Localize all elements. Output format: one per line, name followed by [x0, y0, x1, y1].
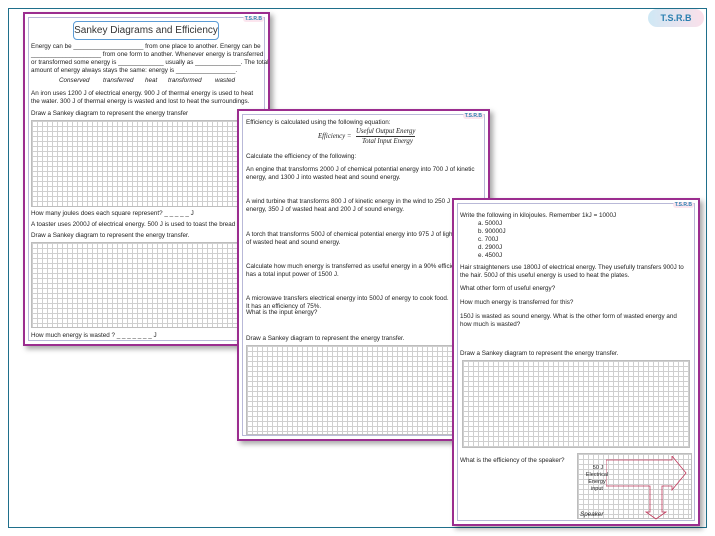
page-logo: T.S.R.B [242, 16, 264, 22]
intro-line: Energy can be ____________________ from … [31, 43, 261, 50]
calc-heading: Calculate the efficiency of the followin… [246, 153, 357, 160]
useful-energy-question: has a total input power of 1500 J. [246, 271, 339, 278]
efficiency-intro: Efficiency is calculated using the follo… [246, 119, 391, 126]
wasted-sound-question: 150J is wasted as sound energy. What is … [460, 313, 677, 320]
tsrb-logo: T.S.R.B [648, 9, 704, 27]
useful-energy-question: Calculate how much energy is transferred… [246, 263, 465, 270]
intro-line: or transformed some energy is __________… [31, 59, 269, 66]
hair-question: Hair straighteners use 1800J of electric… [460, 264, 684, 271]
sankey-grid-2[interactable] [31, 242, 264, 328]
formula-denominator: Total Input Energy [362, 138, 413, 145]
toaster-question: A toaster uses 2000J of electrical energ… [31, 221, 236, 228]
draw-instruction: Draw a Sankey diagram to represent the e… [31, 110, 189, 117]
speaker-question: What is the efficiency of the speaker? [460, 457, 565, 464]
sankey-grid-4[interactable] [462, 360, 690, 448]
draw-instruction: Draw a Sankey diagram to represent the e… [31, 232, 190, 239]
word-bank-item: transferred [103, 77, 134, 84]
intro-line: amount of energy always stays the same: … [31, 67, 238, 74]
wasted-sound-question: how much is wasted? [460, 321, 521, 328]
input-label: Energy [588, 479, 606, 485]
word-bank-item: Conserved [59, 77, 90, 84]
speaker-sankey-arrow [606, 456, 687, 520]
microwave-question: What is the input energy? [246, 309, 318, 316]
turbine-question: energy, 350 J of wasted heat and 200 J o… [246, 206, 404, 213]
formula-lhs: Efficiency = [318, 133, 352, 140]
word-bank-item: transformed [168, 77, 202, 84]
turbine-question: A wind turbine that transforms 800 J of … [246, 198, 458, 205]
formula-numerator: Useful Output Energy [356, 128, 416, 137]
wasted-question: How much energy is wasted ? _ _ _ _ _ _ … [31, 332, 157, 339]
other-form-question: What other form of useful energy? [460, 285, 556, 292]
iron-question: An iron uses 1200 J of electrical energy… [31, 90, 254, 97]
sankey-grid-1[interactable] [31, 120, 264, 207]
draw-instruction: Draw a Sankey diagram to represent the e… [246, 335, 405, 342]
word-bank-item: heat [145, 77, 158, 84]
sankey-grid-3[interactable] [246, 345, 482, 435]
square-question: How many joules does each square represe… [31, 210, 194, 217]
input-label: input [591, 486, 603, 492]
page-title: Sankey Diagrams and Efficiency [73, 21, 219, 40]
torch-question: A torch that transforms 500J of chemical… [246, 231, 462, 238]
word-bank-item: wasted [215, 77, 235, 84]
page-logo: T.S.R.B [672, 202, 694, 208]
kj-item: e. 4500J [478, 252, 503, 259]
hair-question: the hair. 500J of this useful energy is … [460, 272, 630, 279]
iron-question: the water. 300 J of thermal energy is wa… [31, 98, 250, 105]
kj-item: b. 90000J [478, 228, 506, 235]
input-label: 50 J [592, 465, 604, 471]
page-logo: T.S.R.B [462, 113, 484, 119]
worksheet-page-3: T.S.R.B Write the following in kilojoule… [452, 198, 700, 526]
engine-question: energy, and 1300 J into wasted heat and … [246, 174, 401, 181]
worksheet-page-1: T.S.R.B Sankey Diagrams and Efficiency E… [23, 12, 270, 346]
speaker-label: Speaker [580, 511, 604, 518]
kilojoules-question: Write the following in kilojoules. Remem… [460, 212, 617, 219]
input-label: Electrical [585, 472, 609, 478]
kj-item: a. 5000J [478, 220, 503, 227]
draw-instruction: Draw a Sankey diagram to represent the e… [460, 350, 619, 357]
torch-question: of wasted heat and sound energy. [246, 239, 341, 246]
how-much-question: How much energy is transferred for this? [460, 299, 574, 306]
kj-item: c. 700J [478, 236, 499, 243]
kj-item: d. 2900J [478, 244, 503, 251]
microwave-question: A microwave transfers electrical energy … [246, 295, 449, 302]
engine-question: An engine that transforms 2000 J of chem… [246, 166, 475, 173]
intro-line: ____________________ from one form to an… [31, 51, 264, 58]
